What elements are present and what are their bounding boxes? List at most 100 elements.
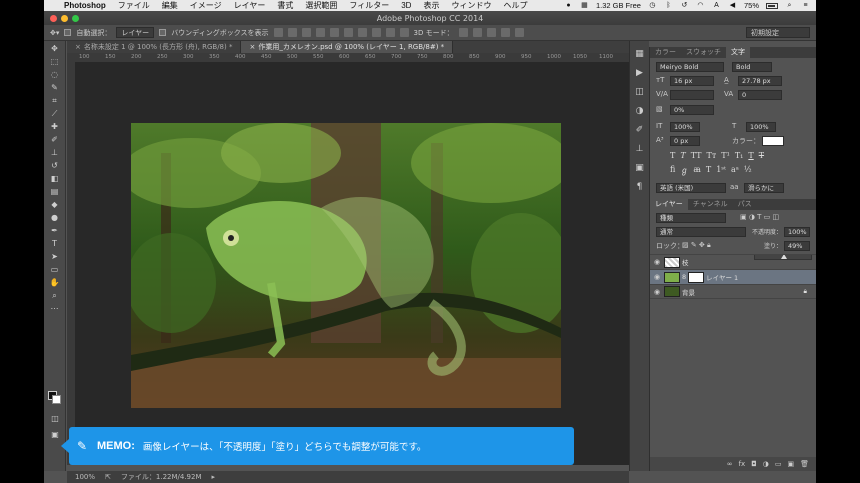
battery-icon[interactable] — [766, 2, 778, 9]
volume-icon[interactable]: ◀ — [728, 2, 737, 10]
all-caps-button[interactable]: TT — [691, 151, 702, 160]
document-tab-active[interactable]: × 作業用_カメレオン.psd @ 100% (レイヤー 1, RGB/8#) * — [241, 41, 454, 53]
lock-icons[interactable]: ▨ ✎ ✥ 🔒︎ — [682, 241, 711, 250]
menu-layer[interactable]: レイヤー — [228, 0, 272, 11]
quick-mask-icon[interactable]: ◫ — [48, 413, 62, 424]
distribute-middle-icon[interactable] — [371, 28, 381, 37]
font-size-field[interactable]: 16 px — [670, 76, 714, 86]
clone-source-panel-icon[interactable]: ⊥ — [634, 143, 646, 155]
menu-window[interactable]: ウィンドウ — [445, 0, 497, 11]
menu-view[interactable]: 表示 — [417, 0, 445, 11]
strikethrough-button[interactable]: T — [759, 151, 764, 160]
superscript-button[interactable]: T¹ — [721, 151, 730, 160]
menu-image[interactable]: イメージ — [184, 0, 228, 11]
tab-character[interactable]: 文字 — [726, 47, 750, 58]
text-color-swatch[interactable] — [762, 136, 784, 146]
menu-app-name[interactable]: Photoshop — [58, 1, 112, 10]
timemachine-icon[interactable]: ↺ — [680, 2, 689, 10]
history-brush-tool-icon[interactable]: ↺ — [48, 160, 62, 171]
ordinals-button[interactable]: aᵃ — [731, 165, 739, 176]
link-layers-icon[interactable]: ∞ — [727, 460, 733, 468]
zoom-level[interactable]: 100% — [75, 473, 95, 481]
hand-tool-icon[interactable]: ✋ — [48, 277, 62, 288]
menu-edit[interactable]: 編集 — [156, 0, 184, 11]
trash-icon[interactable]: 🗑︎ — [800, 460, 809, 468]
move-tool-icon[interactable]: ✥▾ — [50, 29, 59, 37]
align-right-icon[interactable] — [343, 28, 353, 37]
quick-select-tool-icon[interactable]: ✎ — [48, 82, 62, 93]
layer-name[interactable]: レイヤー 1 — [706, 272, 738, 282]
blur-tool-icon[interactable]: ◆ — [48, 199, 62, 210]
3d-roll-icon[interactable] — [472, 28, 482, 37]
menu-filter[interactable]: フィルター — [343, 0, 395, 11]
vertical-ruler[interactable] — [67, 53, 75, 465]
layer-mask-thumbnail[interactable] — [688, 271, 705, 283]
font-style-dropdown[interactable]: Bold — [732, 62, 772, 72]
auto-select-dropdown[interactable]: レイヤー — [116, 27, 155, 38]
file-size[interactable]: ファイル：1.22M/4.92M — [121, 472, 202, 482]
blend-mode-dropdown[interactable]: 通常 — [656, 227, 746, 237]
export-icon[interactable]: ⇱ — [105, 473, 111, 481]
close-tab-icon[interactable]: × — [75, 43, 81, 51]
visibility-eye-icon[interactable]: ◉ — [650, 288, 664, 296]
new-group-icon[interactable]: ▭ — [775, 460, 782, 468]
marquee-tool-icon[interactable]: ⬚ — [48, 56, 62, 67]
layer-row[interactable]: ◉ 背景 🔒︎ — [650, 284, 816, 299]
pen-tool-icon[interactable]: ✒ — [48, 225, 62, 236]
new-layer-icon[interactable]: ▣ — [787, 460, 794, 468]
chip-icon[interactable]: ▦ — [580, 2, 589, 10]
align-middle-icon[interactable] — [287, 28, 297, 37]
canvas-area[interactable] — [75, 62, 629, 465]
align-left-icon[interactable] — [315, 28, 325, 37]
baseline-shift-field[interactable]: 0 px — [670, 136, 700, 146]
opacity-field[interactable]: 100% — [784, 227, 810, 237]
adjustments-panel-icon[interactable]: ◑ — [634, 105, 646, 117]
close-tab-icon[interactable]: × — [249, 43, 255, 51]
crop-tool-icon[interactable]: ⌗ — [48, 95, 62, 106]
layer-filter-icons[interactable]: ▣ ◑ T ▭ ◫ — [740, 213, 779, 221]
layer-name[interactable]: 背景 — [682, 287, 695, 297]
layer-row-selected[interactable]: ◉ 8 レイヤー 1 — [650, 269, 816, 284]
menu-help[interactable]: ヘルプ — [497, 0, 533, 11]
small-caps-button[interactable]: Tт — [707, 151, 717, 160]
swash-button[interactable]: ℊ — [680, 165, 688, 176]
stylistic-alt-button[interactable]: ꜳ — [693, 165, 701, 176]
clock-icon[interactable]: ◷ — [648, 2, 657, 10]
tsume-field[interactable]: 0% — [670, 105, 714, 115]
dodge-tool-icon[interactable]: ● — [48, 212, 62, 223]
tab-color[interactable]: カラー — [650, 47, 681, 58]
distribute-top-icon[interactable] — [357, 28, 367, 37]
layer-name[interactable]: 枝 — [682, 257, 689, 267]
3d-scale-icon[interactable] — [514, 28, 524, 37]
eraser-tool-icon[interactable]: ◧ — [48, 173, 62, 184]
add-mask-icon[interactable]: ◘ — [751, 460, 757, 468]
document-image[interactable] — [131, 123, 561, 408]
3d-pan-icon[interactable] — [486, 28, 496, 37]
paragraph-panel-icon[interactable]: ¶ — [634, 181, 646, 193]
battery-percent[interactable]: 75% — [744, 1, 759, 10]
type-tool-icon[interactable]: T — [48, 238, 62, 249]
language-dropdown[interactable]: 英語 (米国) — [656, 183, 726, 193]
notification-icon[interactable]: ≡ — [801, 2, 810, 10]
underline-button[interactable]: T — [748, 151, 753, 160]
horizontal-ruler[interactable]: 100 150 200 250 300 350 400 450 500 550 600 650 700 7… — [75, 53, 629, 62]
layer-filter-dropdown[interactable]: 種類 — [656, 213, 726, 223]
input-source-icon[interactable]: A — [712, 2, 721, 10]
tab-channels[interactable]: チャンネル — [688, 199, 733, 210]
history-panel-icon[interactable]: ▦ — [634, 48, 646, 60]
document-tab[interactable]: × 名称未設定 1 @ 100% (長方形 (舟), RGB/8) * — [67, 41, 242, 53]
path-select-tool-icon[interactable]: ➤ — [48, 251, 62, 262]
align-top-icon[interactable] — [273, 28, 283, 37]
horizontal-scale-field[interactable]: 100% — [746, 122, 776, 132]
background-color-swatch[interactable] — [52, 395, 61, 404]
brush-panel-icon[interactable]: ✐ — [634, 124, 646, 136]
screen-mode-icon[interactable]: ▣ — [48, 429, 62, 440]
workspace-dropdown[interactable]: 初期設定 — [746, 27, 810, 38]
layer-row[interactable]: ◉ 枝 — [650, 254, 816, 269]
status-menu-arrow-icon[interactable]: ▸ — [212, 473, 216, 481]
fx-icon[interactable]: fx — [739, 460, 746, 468]
vertical-scale-field[interactable]: 100% — [670, 122, 700, 132]
anti-alias-dropdown[interactable]: 滑らかに — [744, 183, 784, 193]
gradient-tool-icon[interactable]: ▤ — [48, 186, 62, 197]
3d-slide-icon[interactable] — [500, 28, 510, 37]
